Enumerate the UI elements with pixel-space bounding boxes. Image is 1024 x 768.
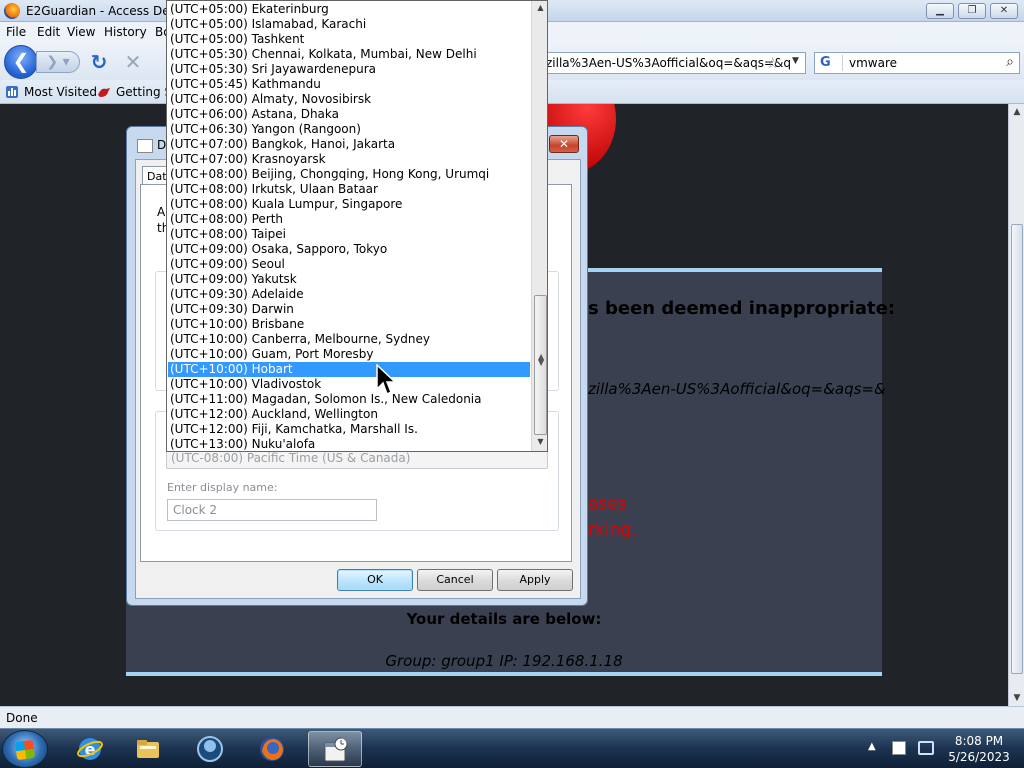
internet-explorer-icon: e: [77, 738, 103, 760]
timezone-option[interactable]: (UTC+07:00) Bangkok, Hanoi, Jakarta: [168, 137, 530, 152]
taskbar-internet-explorer[interactable]: e: [64, 731, 118, 767]
timezone-option[interactable]: (UTC+10:00) Vladivostok: [168, 377, 530, 392]
media-center-icon: [197, 736, 223, 762]
minimize-button[interactable]: ▁: [926, 3, 954, 19]
timezone-option[interactable]: (UTC+08:00) Beijing, Chongqing, Hong Kon…: [168, 167, 530, 182]
timezone-option[interactable]: (UTC+08:00) Perth: [168, 212, 530, 227]
status-text: Done: [6, 711, 38, 725]
timezone-option[interactable]: (UTC+05:30) Chennai, Kolkata, Mumbai, Ne…: [168, 47, 530, 62]
denied-heading: s been deemed inappropriate:: [588, 298, 896, 319]
timezone-option[interactable]: (UTC+10:00) Canberra, Melbourne, Sydney: [168, 332, 530, 347]
search-icon[interactable]: ⌕: [1006, 54, 1014, 70]
close-window-button[interactable]: ✕: [990, 3, 1018, 19]
timezone-option[interactable]: (UTC+08:00) Kuala Lumpur, Singapore: [168, 197, 530, 212]
taskbar-date-time-control-panel[interactable]: [308, 731, 362, 767]
search-bar[interactable]: G vmware ⌕: [814, 52, 1020, 74]
timezone-option[interactable]: (UTC+07:00) Krasnoyarsk: [168, 152, 530, 167]
timezone-option[interactable]: (UTC+09:30) Adelaide: [168, 287, 530, 302]
maximize-button[interactable]: ❐: [958, 3, 986, 19]
file-explorer-icon: [137, 740, 159, 758]
back-button[interactable]: ❮: [4, 45, 38, 79]
taskbar-media-center[interactable]: [184, 731, 238, 767]
dropdown-scroll-down-icon[interactable]: ▼: [532, 437, 547, 451]
firefox-icon: [260, 737, 284, 761]
tray-expand-icon[interactable]: ▲: [868, 741, 876, 752]
action-center-flag-icon[interactable]: [892, 741, 906, 755]
timezone-option[interactable]: (UTC+10:00) Brisbane: [168, 317, 530, 332]
timezone-option[interactable]: (UTC+09:00) Yakutsk: [168, 272, 530, 287]
display-name-input[interactable]: Clock 2: [167, 499, 377, 521]
timezone-option[interactable]: (UTC+13:00) Nuku'alofa: [168, 437, 530, 451]
scroll-thumb[interactable]: [1011, 224, 1023, 674]
dropdown-scroll-up-icon[interactable]: ▲: [532, 3, 547, 17]
timezone-option[interactable]: (UTC+10:00) Guam, Port Moresby: [168, 347, 530, 362]
bookmark-star-icon[interactable]: ☆: [766, 54, 779, 72]
menu-edit[interactable]: Edit: [37, 25, 60, 39]
taskbar: e ▲ 8:08 PM 5/26/2023: [0, 728, 1024, 768]
description-line-1: A: [157, 205, 166, 219]
timezone-option[interactable]: (UTC+06:30) Yangon (Rangoon): [168, 122, 530, 137]
network-icon[interactable]: [918, 741, 934, 755]
timezone-option[interactable]: (UTC+11:00) Magadan, Solomon Is., New Ca…: [168, 392, 530, 407]
taskbar-file-explorer[interactable]: [122, 731, 176, 767]
start-button[interactable]: [2, 730, 48, 768]
dialog-clock-icon: [137, 139, 153, 153]
timezone-option[interactable]: (UTC+12:00) Auckland, Wellington: [168, 407, 530, 422]
date-time-control-panel-icon: [324, 737, 348, 762]
timezone-option[interactable]: (UTC+09:00) Osaka, Sapporo, Tokyo: [168, 242, 530, 257]
timezone-option[interactable]: (UTC+10:00) Hobart: [168, 362, 530, 377]
reason-line-2: rking.: [588, 520, 637, 540]
scroll-grip-icon: ▲ ▼: [538, 352, 545, 367]
search-input[interactable]: vmware: [849, 56, 897, 70]
timezone-option[interactable]: (UTC+08:00) Taipei: [168, 227, 530, 242]
menu-view[interactable]: View: [67, 25, 95, 39]
reason-line-1: ases: [588, 494, 627, 514]
timezone-option[interactable]: (UTC+06:00) Almaty, Novosibirsk: [168, 92, 530, 107]
menu-history[interactable]: History: [104, 25, 147, 39]
timezone-option[interactable]: (UTC+09:00) Seoul: [168, 257, 530, 272]
timezone-option[interactable]: (UTC+05:00) Islamabad, Karachi: [168, 17, 530, 32]
group-ip-line: Group: group1 IP: 192.168.1.18: [385, 652, 623, 670]
clock-time[interactable]: 8:08 PM: [944, 734, 1014, 748]
display-name-label: Enter display name:: [167, 481, 278, 494]
search-engine-icon[interactable]: G: [817, 55, 843, 71]
apply-button[interactable]: Apply: [497, 569, 573, 591]
forward-button[interactable]: ❯ ▾: [36, 51, 80, 73]
url-dropdown-icon[interactable]: ▼: [792, 56, 799, 66]
mouse-cursor-icon: [376, 364, 397, 396]
firefox-icon: [4, 3, 20, 19]
dropdown-scroll-thumb[interactable]: ▲ ▼: [534, 295, 547, 435]
timezone-option[interactable]: (UTC+05:00) Tashkent: [168, 32, 530, 47]
scroll-down-icon[interactable]: ▼: [1009, 690, 1024, 706]
dropdown-scrollbar[interactable]: ▲ ▲ ▼ ▼: [531, 1, 547, 451]
dialog-close-button[interactable]: ✕: [549, 135, 579, 153]
timezone-option[interactable]: (UTC+09:30) Darwin: [168, 302, 530, 317]
clock-date[interactable]: 5/26/2023: [944, 750, 1014, 764]
getting-started-icon: [98, 88, 110, 97]
timezone-dropdown-list[interactable]: (UTC+05:00) Ekaterinburg (UTC+05:00) Isla…: [166, 0, 548, 452]
ok-button[interactable]: OK: [337, 569, 413, 591]
cancel-button[interactable]: Cancel: [417, 569, 493, 591]
stop-icon[interactable]: ✕: [122, 51, 144, 73]
taskbar-firefox[interactable]: [246, 731, 300, 767]
timezone-option[interactable]: (UTC+06:00) Astana, Dhaka: [168, 107, 530, 122]
bookmark-most-visited[interactable]: Most Visited: [24, 85, 97, 99]
most-visited-icon: [6, 86, 18, 98]
timezone-option[interactable]: (UTC+05:00) Ekaterinburg: [168, 2, 530, 17]
status-bar: Done: [0, 706, 1024, 728]
scroll-up-icon[interactable]: ▲: [1009, 104, 1024, 120]
timezone-option[interactable]: (UTC+05:30) Sri Jayawardenepura: [168, 62, 530, 77]
timezone-option[interactable]: (UTC+05:45) Kathmandu: [168, 77, 530, 92]
url-bar[interactable]: zilla%3Aen-US%3Aofficial&oq=&aqs=&q ☆ ▼: [540, 52, 806, 74]
url-text: zilla%3Aen-US%3Aofficial&oq=&aqs=&q: [546, 56, 791, 70]
denied-url: zilla%3Aen-US%3Aofficial&oq=&aqs=&: [588, 380, 886, 398]
page-scrollbar[interactable]: ▲ ▼: [1008, 104, 1024, 706]
timezone-option[interactable]: (UTC+08:00) Irkutsk, Ulaan Bataar: [168, 182, 530, 197]
details-heading: Your details are below:: [406, 610, 602, 628]
menu-file[interactable]: File: [6, 25, 26, 39]
timezone-option[interactable]: (UTC+12:00) Fiji, Kamchatka, Marshall Is…: [168, 422, 530, 437]
reload-icon[interactable]: ↻: [88, 51, 110, 73]
